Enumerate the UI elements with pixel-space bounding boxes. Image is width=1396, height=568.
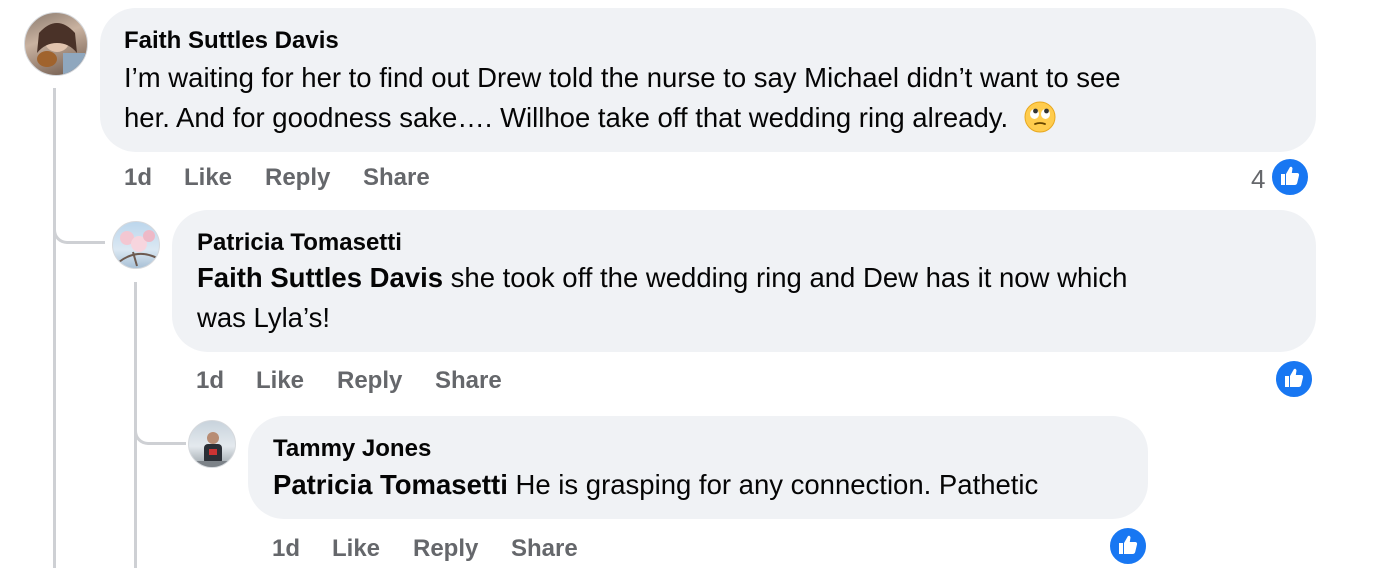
thread-branch-reply-1 (53, 200, 105, 244)
comment-timestamp[interactable]: 1d (272, 535, 300, 563)
reaction-count[interactable]: 4 (1251, 164, 1265, 195)
like-button[interactable]: Like (184, 164, 232, 192)
reply-button[interactable]: Reply (265, 164, 330, 192)
reply-button[interactable]: Reply (413, 535, 478, 563)
like-reaction-icon[interactable] (1269, 156, 1311, 198)
like-button[interactable]: Like (332, 535, 380, 563)
comment-text-line1: I’m waiting for her to find out Drew tol… (124, 62, 1121, 93)
comment-text-line2-content: her. And for goodness sake…. Willhoe tak… (124, 102, 1009, 133)
thread-branch-reply-2 (134, 400, 186, 445)
comment-text-line2: her. And for goodness sake…. Willhoe tak… (124, 98, 1056, 144)
comment-actions: 1d Like Reply Share (124, 164, 524, 194)
comment-timestamp[interactable]: 1d (196, 367, 224, 395)
comment-text-content: He is grasping for any connection. Pathe… (507, 469, 1039, 500)
comment-author[interactable]: Patricia Tomasetti (197, 229, 402, 257)
comment-text-line2: was Lyla’s! (197, 302, 330, 333)
comment-text-line1: Patricia Tomasetti He is grasping for an… (273, 465, 1038, 505)
avatar[interactable] (112, 221, 160, 269)
comment-author[interactable]: Faith Suttles Davis (124, 27, 339, 55)
comment-text-content: she took off the wedding ring and Dew ha… (443, 262, 1128, 293)
like-reaction-icon[interactable] (1107, 525, 1149, 567)
comment-actions: 1d Like Reply Share (196, 367, 596, 397)
mention-link[interactable]: Patricia Tomasetti (273, 469, 508, 500)
mention-link[interactable]: Faith Suttles Davis (197, 262, 443, 293)
avatar[interactable] (24, 12, 88, 76)
share-button[interactable]: Share (435, 367, 502, 395)
share-button[interactable]: Share (363, 164, 430, 192)
comment-timestamp[interactable]: 1d (124, 164, 152, 192)
reply-button[interactable]: Reply (337, 367, 402, 395)
comment-text-line1: Faith Suttles Davis she took off the wed… (197, 258, 1127, 298)
share-button[interactable]: Share (511, 535, 578, 563)
avatar[interactable] (188, 420, 236, 468)
comment-author[interactable]: Tammy Jones (273, 435, 431, 463)
like-reaction-icon[interactable] (1273, 358, 1315, 400)
comment-actions: 1d Like Reply Share (272, 535, 672, 565)
like-button[interactable]: Like (256, 367, 304, 395)
face-with-rolling-eyes-icon (1024, 101, 1056, 144)
thread-line-main (53, 88, 56, 568)
